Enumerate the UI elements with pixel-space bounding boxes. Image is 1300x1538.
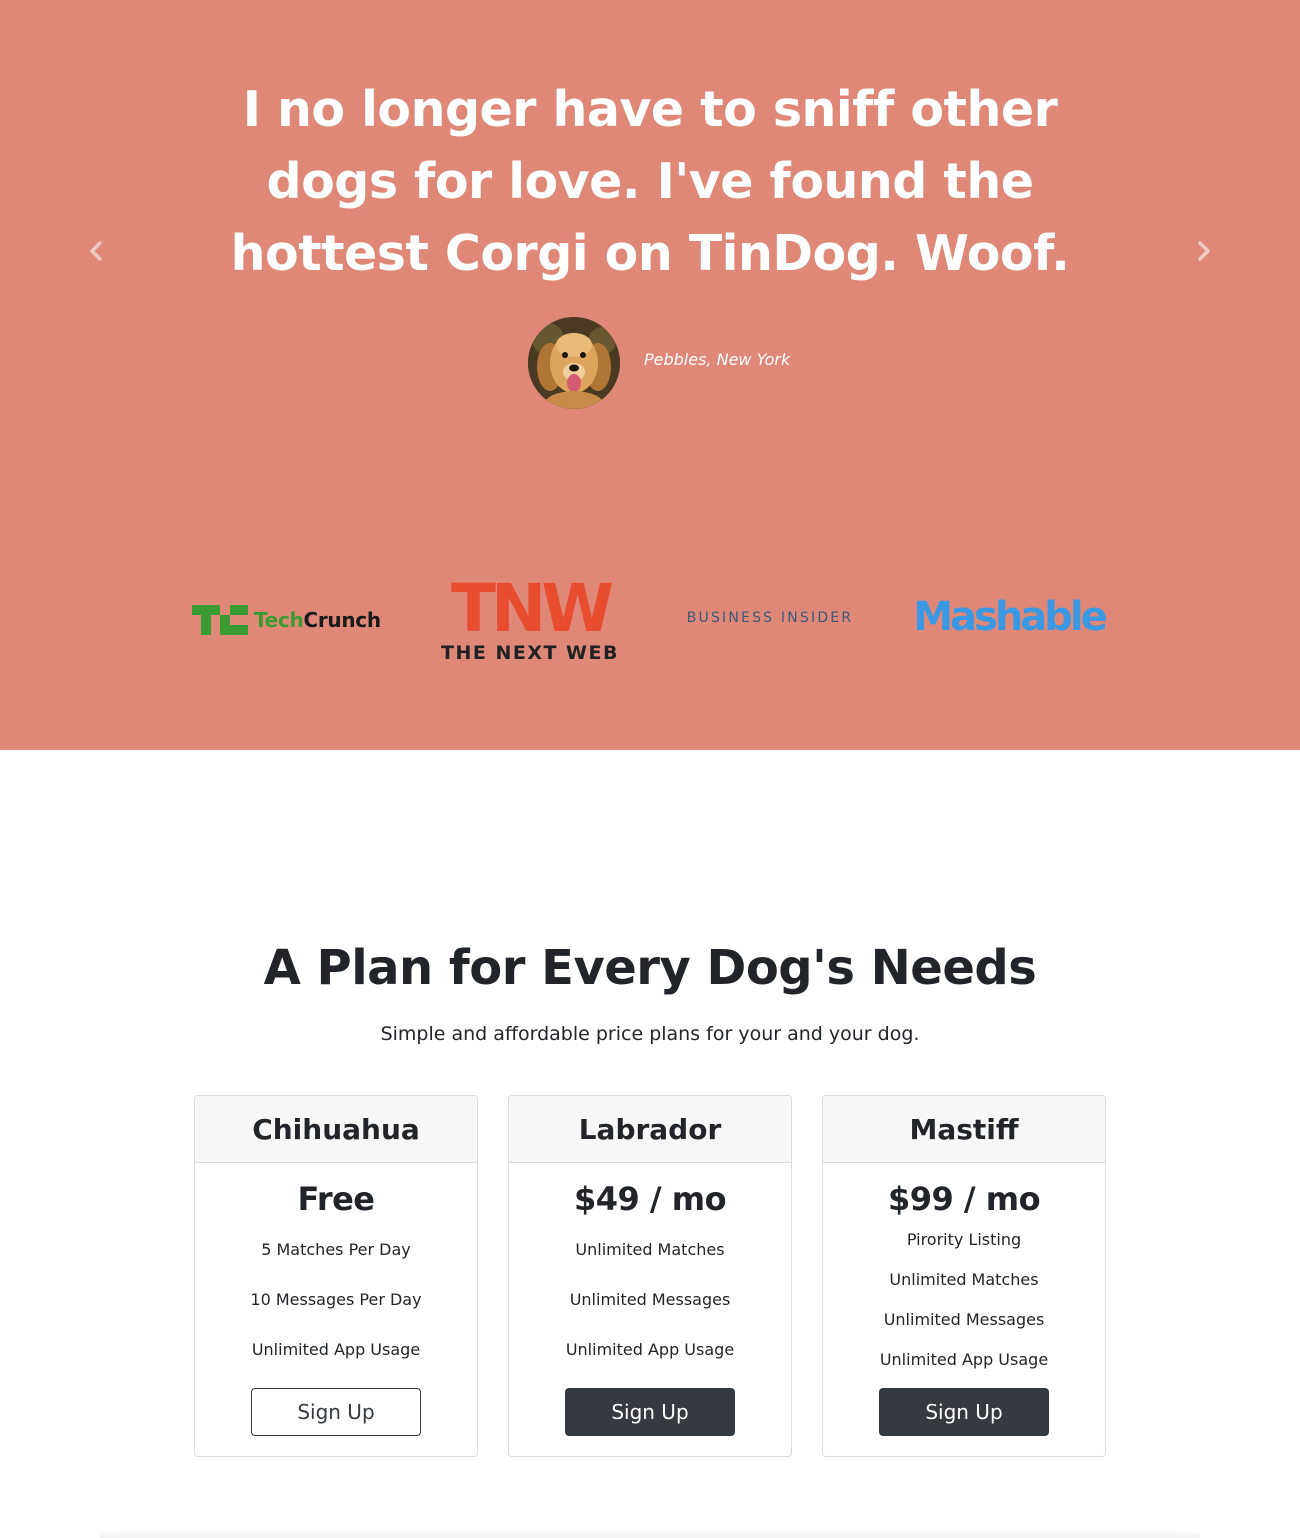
plan-feature: Unlimited App Usage [565,1340,735,1359]
mastiff-signup-button[interactable]: Sign Up [879,1388,1049,1436]
plan-name: Labrador [509,1096,791,1163]
plan-name: Mastiff [823,1096,1105,1163]
plan-feature: Unlimited Matches [889,1270,1039,1289]
plan-price: Free [297,1180,376,1218]
carousel-next-button[interactable] [1189,236,1219,266]
chihuahua-signup-button[interactable]: Sign Up [251,1388,421,1436]
chevron-left-icon [90,241,102,261]
pricing-title: A Plan for Every Dog's Needs [263,940,1037,996]
plan-price: $49 / mo [573,1180,727,1218]
plan-feature: Unlimited App Usage [251,1340,421,1359]
mashable-logo: Mashable [913,594,1108,640]
chevron-right-icon [1198,241,1210,261]
plan-features: Unlimited Matches Unlimited Messages Unl… [509,1239,791,1389]
tnw-mark: TNW [450,570,614,647]
pricing-subtitle: Simple and affordable price plans for yo… [380,1023,920,1045]
plan-feature: 5 Matches Per Day [261,1240,411,1259]
pricing-card-chihuahua: Chihuahua Free 5 Matches Per Day 10 Mess… [194,1095,478,1457]
techcrunch-tech-text: Tech [254,608,304,632]
techcrunch-wordmark: TechCrunch [254,608,381,632]
section-divider-shadow [100,1528,1200,1538]
plan-features: Pirority Listing Unlimited Matches Unlim… [823,1229,1105,1389]
labrador-signup-button[interactable]: Sign Up [565,1388,735,1436]
dog-photo [528,317,620,409]
pricing-card-labrador: Labrador $49 / mo Unlimited Matches Unli… [508,1095,792,1457]
testimonial-avatar [528,317,620,409]
tnw-wordmark: THE NEXT WEB [441,642,619,664]
plan-feature: Unlimited Messages [569,1290,731,1309]
techcrunch-crunch-text: Crunch [303,608,381,632]
plan-feature: Unlimited Matches [575,1240,725,1259]
carousel-prev-button[interactable] [81,236,111,266]
plan-feature: Pirority Listing [906,1230,1022,1249]
plan-features: 5 Matches Per Day 10 Messages Per Day Un… [195,1239,477,1389]
techcrunch-mark-icon [192,605,248,635]
plan-feature: Unlimited Messages [883,1310,1045,1329]
plan-feature: Unlimited App Usage [879,1350,1049,1369]
testimonial-author: Pebbles, New York [644,350,791,369]
plan-price: $99 / mo [887,1180,1041,1218]
tnw-logo: TNW THE NEXT WEB [428,574,632,666]
pricing-card-mastiff: Mastiff $99 / mo Pirority Listing Unlimi… [822,1095,1106,1457]
plan-feature: 10 Messages Per Day [250,1290,422,1309]
techcrunch-logo: TechCrunch [192,604,392,636]
plan-name: Chihuahua [195,1096,477,1163]
testimonial-quote: I no longer have to sniff other dogs for… [230,81,1070,282]
testimonials-section: I no longer have to sniff other dogs for… [0,0,1300,750]
business-insider-logo: BUSINESS INSIDER [686,610,854,626]
